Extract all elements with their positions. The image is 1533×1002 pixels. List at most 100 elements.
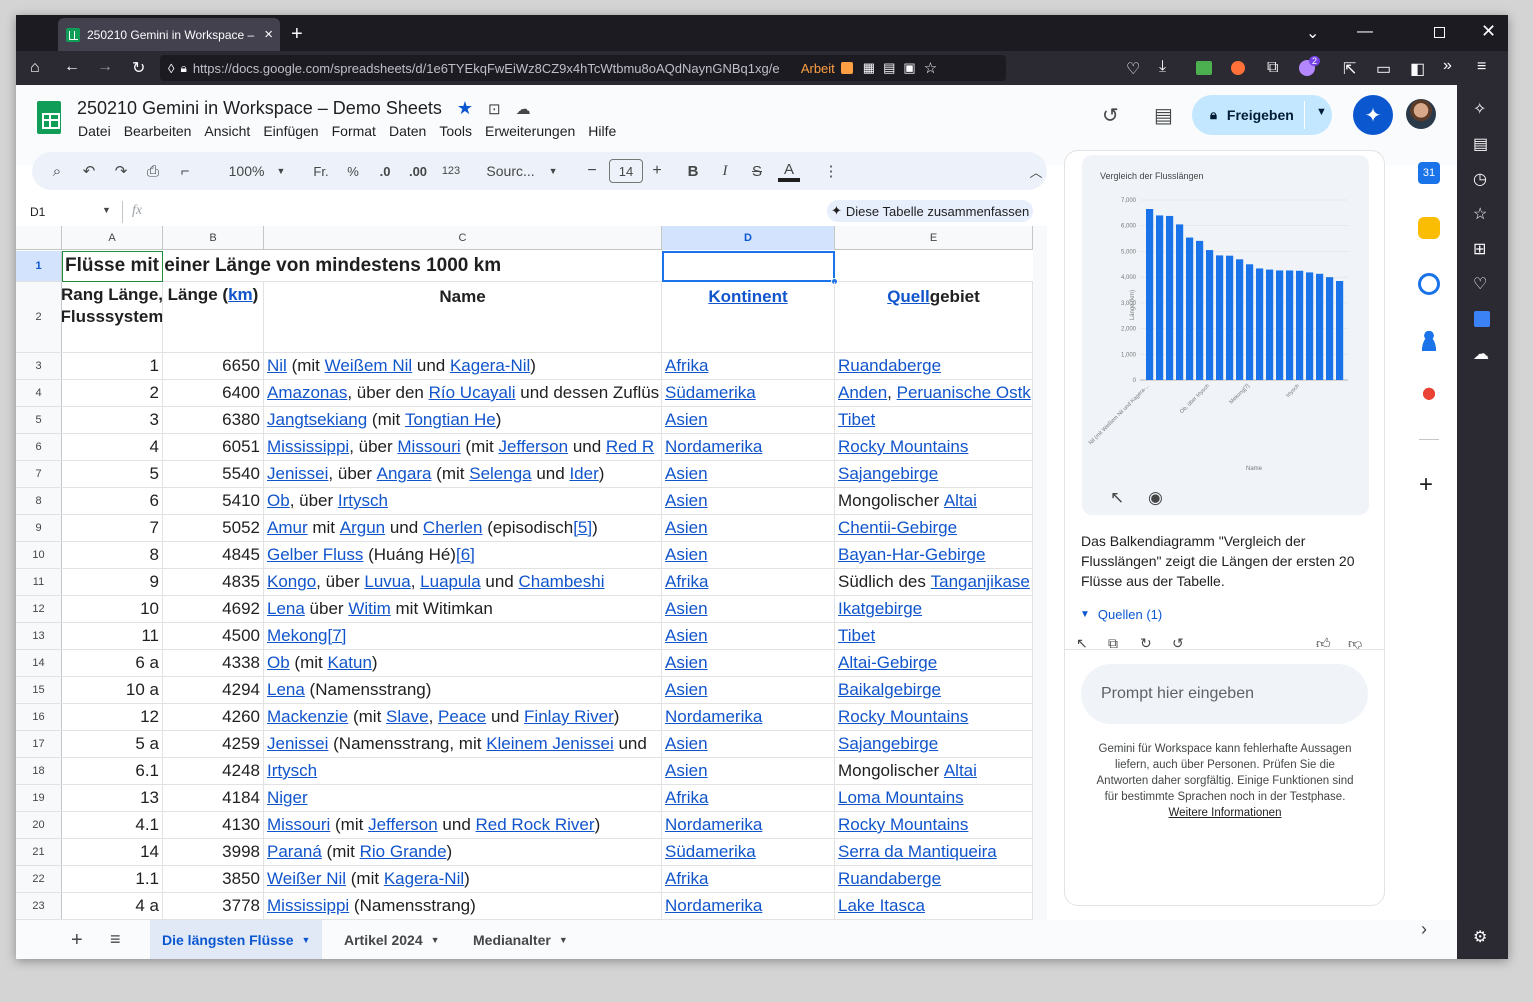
cell-link[interactable]: Lena [267,599,305,619]
table-cell[interactable]: Chentii-Gebirge [835,515,1033,541]
table-cell[interactable]: 13 [62,785,163,811]
bookmark-star-icon[interactable]: ☆ [924,59,937,77]
row-number[interactable]: 2 [16,282,62,352]
column-header[interactable]: C [264,226,662,250]
table-cell[interactable]: Jenissei (Namensstrang, mit Kleinem Jeni… [264,731,662,757]
keep-icon[interactable] [1418,217,1440,239]
table-cell[interactable]: Mongolischer Altai [835,758,1033,784]
column-header[interactable]: B [163,226,264,250]
table-cell[interactable]: Ruandaberge [835,353,1033,379]
table-cell[interactable]: Paraná (mit Rio Grande) [264,839,662,865]
table-cell[interactable]: Rocky Mountains [835,704,1033,730]
cell-link[interactable]: Nordamerika [665,437,762,457]
new-tab-icon[interactable]: + [291,23,303,46]
chart-bar[interactable] [1276,270,1284,380]
all-sheets-icon[interactable]: ≡ [110,929,121,950]
table-cell[interactable]: Afrika [662,353,835,379]
cell-link[interactable]: Baikalgebirge [838,680,941,700]
table-cell[interactable]: 6 [62,488,163,514]
redo-icon[interactable]: ↷ [108,152,134,190]
font-size-decrease-button[interactable]: − [582,152,602,190]
menu-item[interactable]: Tools [439,123,472,139]
cell-link[interactable]: Río Ucayali [429,383,516,403]
avatar[interactable] [1406,99,1436,129]
calendar-icon[interactable]: 31 [1418,162,1440,184]
table-cell[interactable]: Mackenzie (mit Slave, Peace und Finlay R… [264,704,662,730]
cell-link[interactable]: Gelber Fluss [267,545,363,565]
table-cell[interactable]: Asien [662,596,835,622]
chart-bar[interactable] [1306,272,1314,380]
chart-bar[interactable] [1256,268,1264,380]
table-cell[interactable]: 6380 [163,407,264,433]
table-cell[interactable]: 4 a [62,893,163,919]
cell-link[interactable]: Jefferson [498,437,568,457]
chart-bar[interactable] [1146,209,1154,380]
thumbs-down-icon[interactable]: 👎︎ [1348,635,1362,649]
table-cell[interactable]: Lena (Namensstrang) [264,677,662,703]
cell-link[interactable]: Amazonas [267,383,347,403]
comments-icon[interactable]: ▤ [1154,103,1173,128]
table-cell[interactable]: Tibet [835,407,1033,433]
cell-link[interactable]: Asien [665,518,708,538]
name-box-dropdown-icon[interactable]: ▼ [102,205,111,215]
table-cell[interactable]: Anden, Peruanische Ostk [835,380,1033,406]
sheet-tab[interactable]: Medianalter ▼ [461,920,580,959]
table-cell[interactable]: 4338 [163,650,264,676]
table-cell[interactable]: Südamerika [662,839,835,865]
cell-link[interactable]: Asien [665,410,708,430]
back-icon[interactable]: ← [64,58,80,76]
container-icon[interactable]: ▭ [1376,59,1391,79]
hamburger-menu-icon[interactable]: ≡ [1477,58,1486,76]
cell-link[interactable]: Ob [267,653,290,673]
table-cell[interactable]: 4184 [163,785,264,811]
chart-bar[interactable] [1186,237,1194,380]
document-title[interactable]: 250210 Gemini in Workspace – Demo Sheets… [77,98,531,119]
table-cell[interactable]: 4835 [163,569,264,595]
table-cell[interactable]: 6.1 [62,758,163,784]
table-cell[interactable]: 10 [62,596,163,622]
table-cell[interactable]: Mekong [7] [264,623,662,649]
cell-link[interactable]: Peruanische Ostk [897,383,1031,403]
cell-link[interactable]: [5] [573,518,592,538]
cell-link[interactable]: Asien [665,626,708,646]
menu-item[interactable]: Format [332,123,376,139]
table-cell[interactable]: 10 a [62,677,163,703]
table-cell[interactable]: Missouri (mit Jefferson und Red Rock Riv… [264,812,662,838]
cell-link[interactable]: Ruandaberge [838,869,941,889]
table-cell[interactable]: Asien [662,650,835,676]
table-cell[interactable]: Bayan-Har-Gebirge [835,542,1033,568]
menu-item[interactable]: Ansicht [204,123,250,139]
cell-link[interactable]: Weißem Nil [325,356,413,376]
row-number[interactable]: 14 [16,650,62,676]
copy-icon[interactable]: ⧉ [1108,635,1118,649]
preview-eye-icon[interactable]: ◉ [1148,488,1163,508]
cell-link[interactable]: Lake Itasca [838,896,925,916]
forward-icon[interactable]: → [97,58,113,76]
table-cell[interactable]: Ob (mit Katun) [264,650,662,676]
cell-link[interactable]: Afrika [665,356,708,376]
table-cell[interactable]: 5052 [163,515,264,541]
chart-bar[interactable] [1196,240,1204,380]
home-icon[interactable]: ⌂ [30,59,40,77]
downloads-icon[interactable]: ⤓ [1159,58,1166,76]
table-cell[interactable]: 3998 [163,839,264,865]
menu-item[interactable]: Datei [78,123,111,139]
font-size-increase-button[interactable]: + [647,152,667,190]
cell-link[interactable]: Südamerika [665,383,756,403]
cell-link[interactable]: Luvua [364,572,410,592]
row-number[interactable]: 15 [16,677,62,703]
table-cell[interactable]: Ikatgebirge [835,596,1033,622]
sheet-tab-active[interactable]: Die längsten Flüsse ▼ [150,920,323,959]
table-cell[interactable]: 5 a [62,731,163,757]
row-number[interactable]: 22 [16,866,62,892]
row-number[interactable]: 18 [16,758,62,784]
cell-link[interactable]: Mississippi [267,896,349,916]
table-cell[interactable]: 6 a [62,650,163,676]
add-app-icon[interactable]: + [1419,471,1433,499]
maximize-icon[interactable] [1434,27,1445,38]
row-number[interactable]: 8 [16,488,62,514]
name-box[interactable]: D1 [30,205,45,219]
cell-link[interactable]: Niger [267,788,308,808]
table-cell[interactable]: 3 [62,407,163,433]
cell-link[interactable]: Katun [327,653,371,673]
